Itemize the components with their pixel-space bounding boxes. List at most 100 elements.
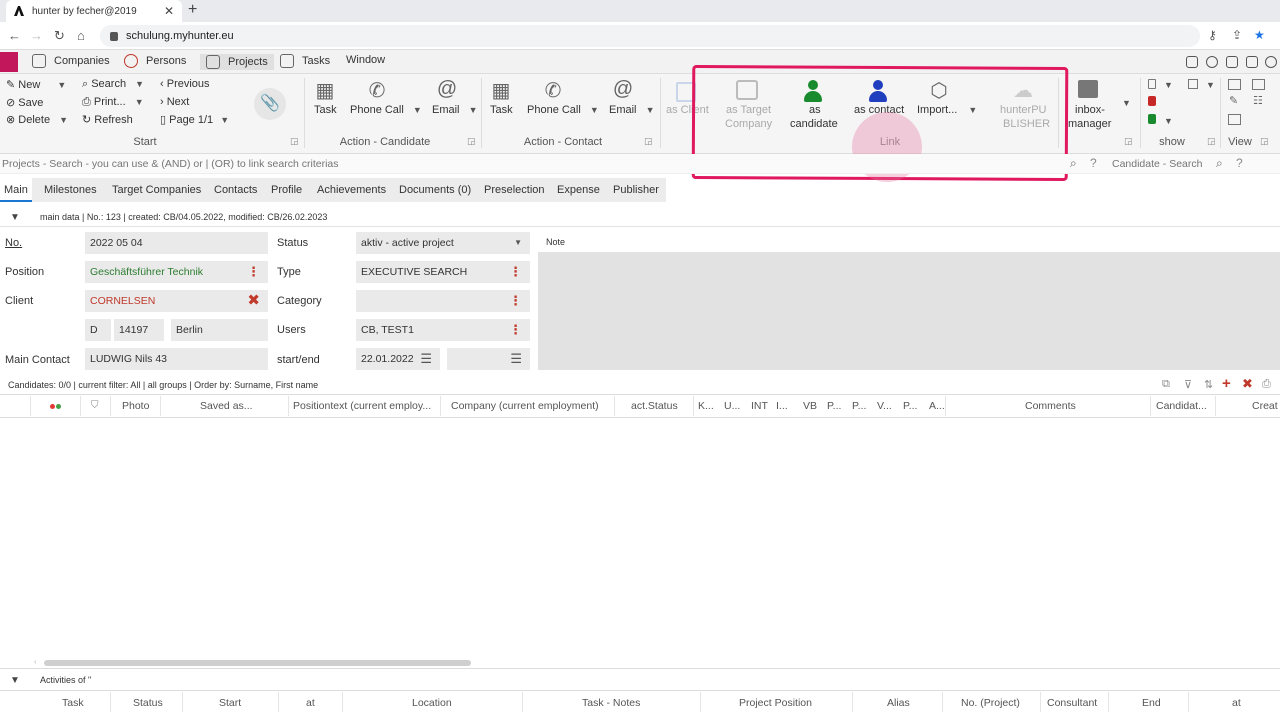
- start-date-field[interactable]: 22.01.2022 ☰: [356, 348, 440, 370]
- key-icon[interactable]: ⚷: [1208, 28, 1217, 42]
- end-date-field[interactable]: ☰: [447, 348, 530, 370]
- act-col-at[interactable]: at: [306, 697, 315, 709]
- col-p1[interactable]: P...: [827, 400, 841, 412]
- category-field[interactable]: ⋮: [356, 290, 530, 312]
- client-field[interactable]: CORNELSEN ✖: [85, 290, 268, 312]
- tab-expense[interactable]: Expense: [553, 178, 604, 202]
- status-dropdown-icon[interactable]: ▼: [514, 232, 522, 254]
- show-doc-icon[interactable]: [1148, 79, 1156, 89]
- act-col-location[interactable]: Location: [412, 697, 452, 709]
- search-button[interactable]: ⌕ Search ▼: [82, 78, 144, 91]
- tab-contacts[interactable]: Contacts: [210, 178, 261, 202]
- col-saved-as[interactable]: Saved as...: [200, 400, 253, 412]
- add-icon[interactable]: +: [1222, 375, 1231, 392]
- project-help-icon[interactable]: ?: [1090, 156, 1097, 170]
- menu-projects[interactable]: Projects: [200, 54, 274, 70]
- export-icon[interactable]: ⧉: [1162, 378, 1170, 391]
- next-button[interactable]: › Next: [160, 96, 189, 108]
- act-col-task[interactable]: Task: [62, 697, 84, 709]
- projects-search-input[interactable]: [2, 156, 1062, 172]
- act-col-status[interactable]: Status: [133, 697, 163, 709]
- type-menu-icon[interactable]: ⋮: [509, 261, 522, 283]
- city-field[interactable]: Berlin: [171, 319, 268, 341]
- reload-icon[interactable]: ↻: [54, 28, 65, 44]
- tab-documents[interactable]: Documents (0): [395, 178, 475, 202]
- expand-candidate-icon[interactable]: ◲: [467, 136, 476, 147]
- url-field[interactable]: schulung.myhunter.eu: [100, 25, 1200, 47]
- back-icon[interactable]: ←: [8, 28, 21, 43]
- email-candidate-button[interactable]: Email ▼: [432, 104, 478, 116]
- col-comments[interactable]: Comments: [1025, 400, 1076, 412]
- new-tab-icon[interactable]: +: [188, 1, 197, 19]
- end-calendar-icon[interactable]: ☰: [510, 348, 522, 370]
- tab-publisher[interactable]: Publisher: [609, 178, 663, 202]
- col-i[interactable]: I...: [776, 400, 788, 412]
- chat-icon[interactable]: [1186, 56, 1198, 68]
- new-button[interactable]: ✎ New ▼: [6, 78, 66, 91]
- users-field[interactable]: CB, TEST1 ⋮: [356, 319, 530, 341]
- zip-field[interactable]: 14197: [114, 319, 164, 341]
- candidate-search-icon[interactable]: ⌕: [1216, 156, 1223, 171]
- col-positiontext[interactable]: Positiontext (current employ...: [293, 400, 431, 412]
- horizontal-scrollbar[interactable]: [44, 660, 471, 666]
- forward-icon[interactable]: →: [30, 28, 43, 43]
- note-field[interactable]: [538, 252, 1280, 370]
- window-icon[interactable]: [1226, 56, 1238, 68]
- browser-tab[interactable]: hunter by fecher@2019 ✕: [6, 0, 182, 22]
- act-col-start[interactable]: Start: [219, 697, 241, 709]
- task-candidate-button[interactable]: Task: [314, 104, 337, 116]
- act-col-consultant[interactable]: Consultant: [1047, 697, 1097, 709]
- expand-contact-icon[interactable]: ◲: [644, 136, 653, 147]
- bookmark-star-icon[interactable]: ★: [1254, 28, 1265, 42]
- grid-view-icon[interactable]: [1228, 79, 1241, 90]
- scroll-left-icon[interactable]: ‹: [34, 659, 40, 667]
- act-col-project-position[interactable]: Project Position: [739, 697, 812, 709]
- home-icon[interactable]: ⌂: [77, 28, 85, 43]
- inbox-label[interactable]: inbox-: [1075, 104, 1105, 116]
- menu-window[interactable]: Window: [346, 54, 385, 66]
- show-green-lock-icon[interactable]: [1148, 114, 1156, 124]
- col-v[interactable]: V...: [877, 400, 892, 412]
- refresh-button[interactable]: ↻ Refresh: [82, 113, 133, 126]
- expand-show-icon[interactable]: ◲: [1207, 136, 1216, 147]
- category-menu-icon[interactable]: ⋮: [509, 290, 522, 312]
- type-field[interactable]: EXECUTIVE SEARCH ⋮: [356, 261, 530, 283]
- menu-tasks[interactable]: Tasks: [280, 54, 330, 68]
- phone-candidate-button[interactable]: Phone Call ▼: [350, 104, 422, 116]
- country-field[interactable]: D: [85, 319, 111, 341]
- close-tab-icon[interactable]: ✕: [164, 4, 174, 18]
- tab-achievements[interactable]: Achievements: [313, 178, 390, 202]
- col-k[interactable]: K...: [698, 400, 714, 412]
- list-view-icon[interactable]: [1252, 79, 1265, 90]
- position-field[interactable]: Geschäftsführer Technik ⋮: [85, 261, 268, 283]
- col-p3[interactable]: P...: [903, 400, 917, 412]
- act-col-end[interactable]: End: [1142, 697, 1161, 709]
- email-contact-button[interactable]: Email ▼: [609, 104, 655, 116]
- col-candidat[interactable]: Candidat...: [1156, 400, 1207, 412]
- page-selector[interactable]: ▯ Page 1/1 ▼: [160, 113, 229, 126]
- compass-icon[interactable]: [1206, 56, 1218, 68]
- tab-main[interactable]: Main: [0, 178, 32, 202]
- menu-companies[interactable]: Companies: [32, 54, 110, 68]
- expand-inbox-icon[interactable]: ◲: [1124, 136, 1133, 147]
- tab-profile[interactable]: Profile: [267, 178, 306, 202]
- act-col-no-project[interactable]: No. (Project): [961, 697, 1020, 709]
- attachment-icon[interactable]: 📎: [254, 88, 286, 120]
- collapse-maindata-icon[interactable]: ▼: [10, 212, 20, 223]
- users-menu-icon[interactable]: ⋮: [509, 319, 522, 341]
- no-label[interactable]: No.: [5, 237, 22, 249]
- expand-view-icon[interactable]: ◲: [1260, 136, 1269, 147]
- act-col-alias[interactable]: Alias: [887, 697, 910, 709]
- act-col-task-notes[interactable]: Task - Notes: [582, 697, 640, 709]
- task-contact-button[interactable]: Task: [490, 104, 513, 116]
- delete-icon[interactable]: ✖: [1242, 376, 1253, 392]
- share-icon[interactable]: ⇪: [1232, 28, 1242, 42]
- phone-contact-button[interactable]: Phone Call ▼: [527, 104, 599, 116]
- filter-icon[interactable]: ⊽: [1184, 378, 1192, 391]
- collapse-activities-icon[interactable]: ▼: [10, 675, 20, 686]
- show-red-lock-icon[interactable]: [1148, 96, 1156, 106]
- col-photo[interactable]: Photo: [122, 400, 149, 412]
- card-view-icon[interactable]: [1228, 114, 1241, 125]
- sort-icon[interactable]: ⇅: [1204, 378, 1213, 391]
- inbox-manager-button[interactable]: manager: [1068, 118, 1111, 130]
